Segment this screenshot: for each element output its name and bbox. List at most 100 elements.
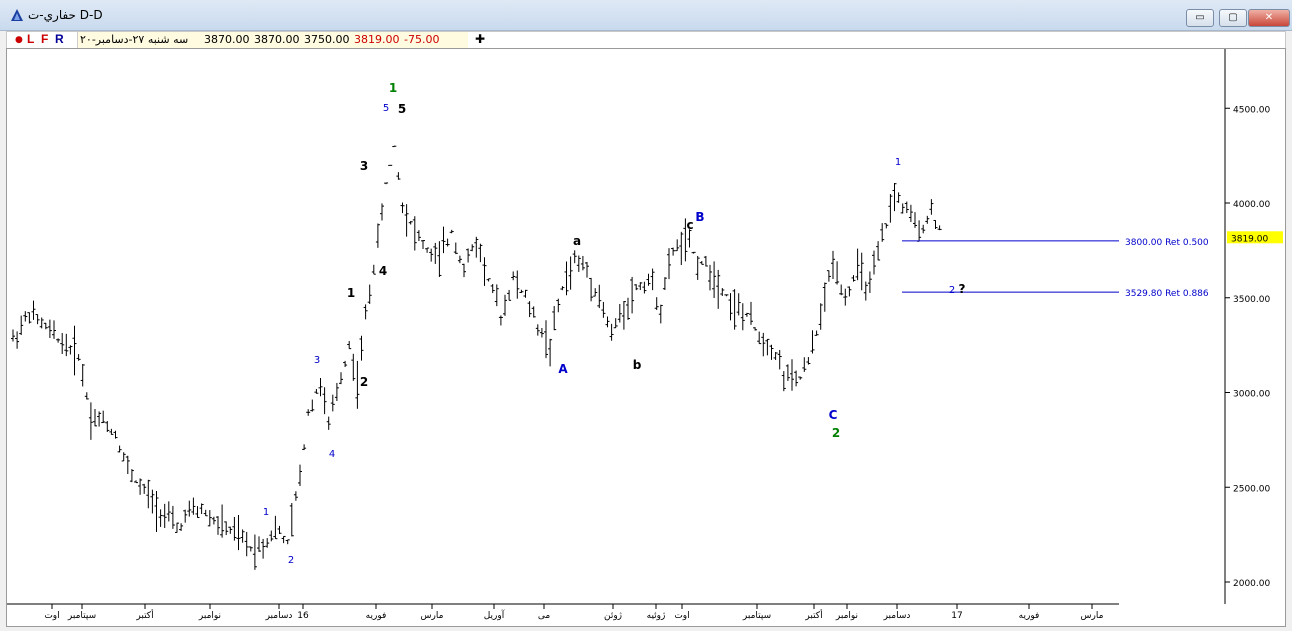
ohlc-bar bbox=[900, 203, 905, 214]
ohlc-bar bbox=[343, 360, 348, 367]
ohlc-bar bbox=[154, 491, 159, 532]
ohlc-bar bbox=[457, 255, 462, 264]
crosshair-icon[interactable]: ✚ bbox=[475, 32, 485, 46]
ohlc-bar bbox=[43, 322, 48, 330]
ohlc-bar bbox=[68, 345, 73, 355]
ohlc-bar bbox=[769, 344, 774, 360]
ohlc-bar bbox=[831, 250, 835, 280]
ohlc-bar bbox=[568, 256, 573, 290]
x-tick-label: سپتامبر bbox=[67, 611, 96, 621]
ohlc-bar bbox=[580, 255, 585, 271]
ohlc-bar bbox=[240, 529, 245, 543]
ohlc-bar bbox=[232, 516, 237, 541]
ohlc-bar bbox=[236, 515, 241, 551]
x-tick-label: أكتبر bbox=[804, 609, 822, 621]
ohlc-bar bbox=[720, 288, 725, 296]
ohlc-bar bbox=[826, 270, 831, 282]
ohlc-bar bbox=[97, 411, 102, 427]
ohlc-bar bbox=[60, 333, 65, 355]
ohlc-bar bbox=[544, 320, 548, 359]
ohlc-bar bbox=[667, 248, 671, 280]
ohlc-bar bbox=[134, 480, 138, 484]
ohlc-bar bbox=[794, 370, 799, 387]
ohlc-bar bbox=[170, 505, 175, 529]
ohlc-bar bbox=[790, 359, 794, 391]
chart-area[interactable]: 3800.00 Ret 0.500 3529.80 Ret 0.886 1 2 3 4 1… bbox=[6, 48, 1286, 627]
ohlc-bar bbox=[556, 298, 561, 313]
x-tick-label: اوت bbox=[674, 611, 689, 621]
wave-label: 1 bbox=[347, 286, 355, 300]
wave-label: 3 bbox=[360, 159, 368, 173]
ohlc-bar bbox=[211, 516, 216, 525]
ohlc-bar bbox=[310, 399, 315, 412]
ohlc-bar bbox=[523, 289, 528, 298]
ohlc-bar bbox=[703, 255, 708, 267]
ohlc-bar bbox=[658, 304, 663, 324]
ohlc-bar bbox=[839, 284, 844, 296]
ohlc-bar bbox=[613, 318, 618, 329]
close-button[interactable]: ✕ bbox=[1248, 9, 1290, 27]
ohlc-bar bbox=[527, 301, 532, 318]
maximize-button[interactable]: ▢ bbox=[1219, 9, 1247, 27]
ohlc-bar bbox=[802, 357, 807, 372]
ohlc-bar bbox=[867, 271, 872, 293]
ohlc-bar bbox=[35, 314, 40, 325]
ohlc-bar bbox=[277, 525, 282, 535]
ohlc-bar bbox=[486, 278, 491, 282]
ohlc-bar bbox=[367, 284, 372, 304]
flag-f-button[interactable]: F bbox=[41, 32, 48, 46]
ohlc-bar bbox=[19, 315, 24, 336]
ohlc-bar bbox=[47, 319, 52, 338]
ohlc-bar bbox=[498, 315, 503, 326]
ohlc-bar bbox=[810, 330, 815, 354]
wave-label: ? bbox=[959, 282, 966, 296]
ohlc-bar bbox=[597, 284, 602, 309]
ohlc-bar bbox=[621, 301, 626, 330]
ohlc-bar bbox=[93, 409, 97, 427]
ohlc-bar bbox=[27, 312, 32, 324]
x-tick-label: مارس bbox=[421, 611, 444, 621]
ohlc-bar bbox=[150, 489, 155, 514]
ohlc-bar bbox=[503, 294, 507, 316]
ohlc-bar bbox=[749, 301, 753, 325]
ohlc-bar bbox=[105, 421, 110, 433]
window-title: حفاري-ت D-D bbox=[28, 8, 103, 22]
ohlc-bar bbox=[429, 248, 434, 262]
wave-label: 1 bbox=[895, 157, 901, 168]
minimize-button[interactable]: ▭ bbox=[1186, 9, 1214, 27]
x-tick-label: 17 bbox=[951, 611, 962, 621]
ohlc-bar bbox=[228, 526, 233, 534]
ohlc-bar bbox=[859, 252, 864, 291]
close-value: 3819.00 bbox=[354, 33, 400, 46]
ohlc-bar bbox=[896, 192, 901, 203]
window-titlebar: حفاري-ت D-D ▭ ▢ ✕ bbox=[0, 0, 1292, 31]
ohlc-bar bbox=[285, 539, 290, 545]
ohlc-bar bbox=[884, 223, 889, 229]
ohlc-bar bbox=[626, 297, 630, 320]
y-tick-label: 4500.00 bbox=[1233, 105, 1270, 115]
ohlc-bar bbox=[248, 546, 253, 552]
ohlc-bar bbox=[261, 538, 266, 559]
ohlc-bar bbox=[281, 535, 286, 544]
ohlc-bar bbox=[84, 392, 89, 400]
record-dot-icon[interactable]: ● bbox=[15, 35, 23, 45]
ohlc-bar bbox=[425, 247, 430, 253]
ohlc-bar bbox=[216, 516, 220, 535]
wave-label: c bbox=[686, 218, 693, 232]
flag-l-button[interactable]: L bbox=[27, 32, 34, 46]
ohlc-bar bbox=[453, 242, 458, 255]
y-tick-label: 3500.00 bbox=[1233, 295, 1270, 305]
ohlc-bar bbox=[716, 269, 721, 309]
ohlc-bar bbox=[872, 250, 876, 275]
ohlc-bar bbox=[851, 275, 856, 282]
wave-label: 3 bbox=[314, 355, 320, 366]
flag-r-button[interactable]: R bbox=[55, 32, 64, 46]
ohlc-bar bbox=[392, 145, 397, 148]
price-chart[interactable]: 3800.00 Ret 0.500 3529.80 Ret 0.886 1 2 3 4 1… bbox=[7, 49, 1285, 626]
ohlc-bar bbox=[646, 273, 651, 286]
ohlc-bar bbox=[187, 500, 192, 517]
wave-label: 4 bbox=[329, 449, 335, 460]
price-axis: 4500.00 4000.00 3500.00 3000.00 2500.00 2000.… bbox=[1224, 49, 1283, 604]
ohlc-bar bbox=[330, 394, 335, 412]
ohlc-bar bbox=[675, 239, 680, 252]
